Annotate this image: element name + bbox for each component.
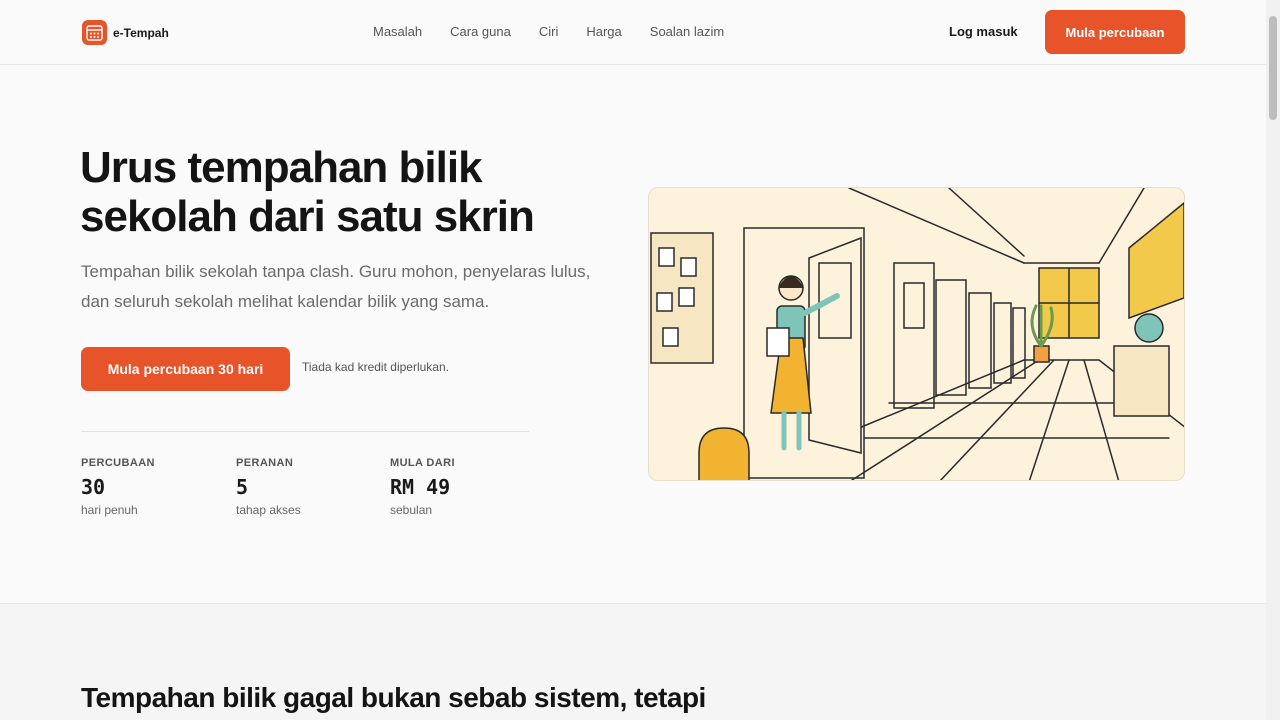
stat-price: MULA DARI RM 49 sebulan xyxy=(390,457,455,517)
hero-divider xyxy=(81,431,529,432)
stat-caption: tahap akses xyxy=(236,503,301,517)
site-header: e-Tempah Masalah Cara guna Ciri Harga So… xyxy=(0,0,1266,65)
problem-section-title: Tempahan bilik gagal bukan sebab sistem,… xyxy=(81,682,706,713)
login-link[interactable]: Log masuk xyxy=(949,24,1018,39)
stat-label: MULA DARI xyxy=(390,457,455,469)
calendar-icon xyxy=(82,20,107,45)
nav-link-ciri[interactable]: Ciri xyxy=(539,24,559,39)
stat-trial: PERCUBAAN 30 hari penuh xyxy=(81,457,155,517)
stat-value: 30 xyxy=(81,475,106,499)
scrollbar-thumb[interactable] xyxy=(1269,16,1277,120)
brand-name: e-Tempah xyxy=(113,25,169,40)
nav-link-cara-guna[interactable]: Cara guna xyxy=(450,24,511,39)
header-trial-button[interactable]: Mula percubaan xyxy=(1045,10,1185,54)
stat-caption: hari penuh xyxy=(81,503,138,517)
stat-roles: PERANAN 5 tahap akses xyxy=(236,457,301,517)
stat-value: 5 xyxy=(236,475,249,499)
main-nav: Masalah Cara guna Ciri Harga Soalan lazi… xyxy=(373,24,724,39)
stat-value: RM 49 xyxy=(390,475,451,499)
hero-note: Tiada kad kredit diperlukan. xyxy=(302,360,449,374)
nav-link-soalan-lazim[interactable]: Soalan lazim xyxy=(650,24,724,39)
hero-trial-button[interactable]: Mula percubaan 30 hari xyxy=(81,347,290,391)
hero-subtitle: Tempahan bilik sekolah tanpa clash. Guru… xyxy=(81,262,591,311)
nav-link-masalah[interactable]: Masalah xyxy=(373,24,422,39)
page-scrollbar[interactable] xyxy=(1266,0,1280,720)
stat-caption: sebulan xyxy=(390,503,433,517)
stat-label: PERANAN xyxy=(236,457,294,469)
stat-label: PERCUBAAN xyxy=(81,457,155,469)
hero-illustration xyxy=(648,187,1185,481)
nav-link-harga[interactable]: Harga xyxy=(586,24,621,39)
brand-logo[interactable]: e-Tempah xyxy=(82,20,169,45)
hero-title: Urus tempahan bilik sekolah dari satu sk… xyxy=(80,143,535,241)
